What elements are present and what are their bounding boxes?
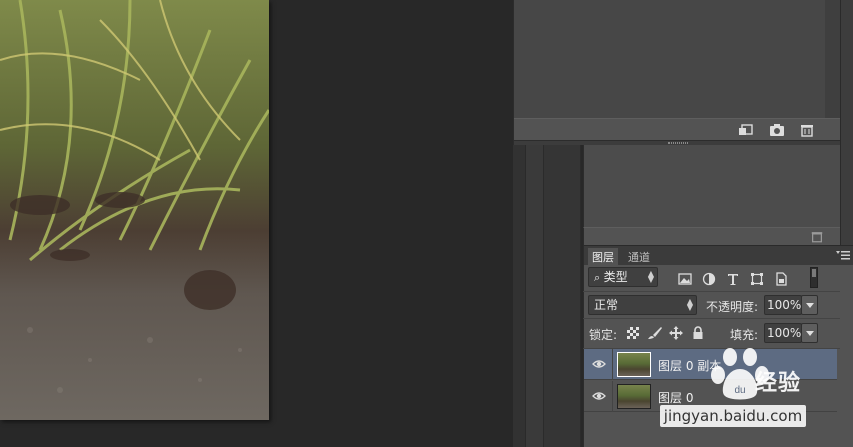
tab-channels[interactable]: 通道	[624, 248, 654, 265]
blend-mode-value: 正常	[594, 298, 619, 312]
watermark-brand: 经验	[755, 371, 802, 396]
lock-label: 锁定:	[589, 328, 618, 342]
panel-tabbar: 图层 通道	[584, 246, 853, 265]
type-filter-icon[interactable]	[726, 272, 740, 286]
trash-icon[interactable]	[799, 123, 815, 137]
divider	[583, 291, 840, 292]
visibility-toggle[interactable]	[584, 349, 613, 380]
new-snapshot-icon[interactable]	[738, 123, 754, 137]
search-icon: ⌕	[594, 271, 604, 284]
smartobject-filter-icon[interactable]	[774, 272, 788, 286]
filter-kind-label: 类型	[603, 270, 628, 284]
fill-slider-button[interactable]	[801, 323, 818, 343]
chevron-updown-icon: ▲ ▼	[686, 297, 693, 312]
opacity-label: 不透明度:	[706, 300, 759, 314]
eye-icon	[592, 360, 606, 368]
canvas-image[interactable]	[0, 0, 269, 420]
history-panel-footer	[514, 118, 841, 140]
empty-panel-footer	[583, 227, 840, 245]
fill-input[interactable]: 100%	[764, 323, 802, 343]
visibility-toggle[interactable]	[584, 381, 613, 412]
layer-filter-dropdown[interactable]: ⌕ 类型 ▲ ▼	[588, 267, 658, 287]
blend-mode-dropdown[interactable]: 正常 ▲ ▼	[588, 295, 697, 315]
dock-strip	[525, 145, 543, 447]
image-filter-icon[interactable]	[678, 272, 692, 286]
lock-transparent-icon[interactable]	[627, 327, 639, 339]
collapsed-dock[interactable]	[543, 145, 581, 447]
panel-menu-icon[interactable]	[836, 250, 850, 260]
tab-layers[interactable]: 图层	[588, 248, 618, 265]
empty-panel	[583, 145, 840, 227]
filter-toggle-switch[interactable]	[810, 267, 818, 288]
shape-filter-icon[interactable]	[750, 272, 764, 286]
opacity-slider-button[interactable]	[801, 295, 818, 315]
lock-position-icon[interactable]	[669, 326, 683, 340]
camera-icon[interactable]	[769, 123, 785, 137]
watermark-url: jingyan.baidu.com	[660, 405, 806, 427]
grass-photo	[0, 0, 269, 420]
layer-thumbnail	[617, 352, 651, 377]
history-panel	[513, 0, 841, 145]
scrollbar[interactable]	[825, 0, 840, 118]
trash-icon[interactable]	[810, 230, 824, 243]
layer-name[interactable]: 图层 0	[658, 389, 693, 406]
layer-name[interactable]: 图层 0 副本	[658, 357, 721, 374]
lock-image-icon[interactable]	[647, 326, 663, 340]
fill-label: 填充:	[730, 328, 759, 342]
adjustment-filter-icon[interactable]	[702, 272, 716, 286]
divider	[583, 318, 840, 319]
dock-strip	[513, 145, 525, 447]
history-panel-body	[514, 0, 828, 118]
chevron-updown-icon: ▲ ▼	[647, 269, 654, 284]
eye-icon	[592, 392, 606, 400]
lock-all-icon[interactable]	[692, 326, 704, 340]
opacity-input[interactable]: 100%	[764, 295, 802, 315]
layer-thumbnail	[617, 384, 651, 409]
